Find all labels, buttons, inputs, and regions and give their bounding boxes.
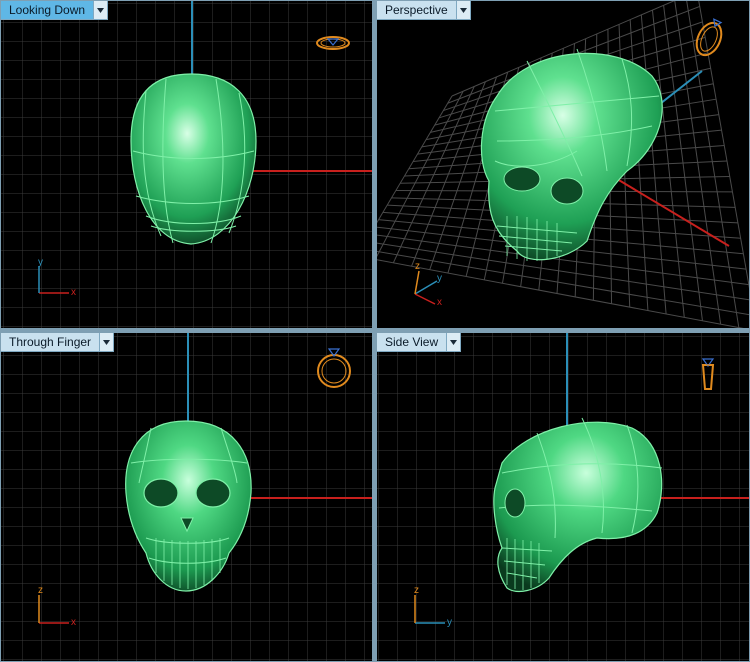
triad-label-z: z bbox=[38, 585, 43, 596]
triad-label-y: y bbox=[437, 273, 442, 284]
viewport-title-tab[interactable]: Side View bbox=[377, 333, 462, 352]
viewport-canvas[interactable] bbox=[1, 1, 372, 328]
viewport-looking-down[interactable]: x y Looking Down bbox=[1, 1, 372, 328]
viewport-title[interactable]: Perspective bbox=[377, 1, 456, 19]
dropdown-arrow-icon[interactable] bbox=[455, 1, 470, 19]
viewport-canvas[interactable] bbox=[377, 333, 749, 661]
triad-label-x: x bbox=[437, 297, 442, 308]
viewport-title-tab[interactable]: Looking Down bbox=[1, 1, 109, 20]
triad-label-z: z bbox=[414, 585, 419, 596]
viewport-canvas[interactable] bbox=[377, 1, 749, 328]
viewport-layout: x y Looking Down z y x Perspective x z T… bbox=[0, 0, 750, 662]
viewport-canvas[interactable] bbox=[1, 333, 372, 661]
viewport-title[interactable]: Side View bbox=[377, 333, 446, 351]
viewport-title-tab[interactable]: Through Finger bbox=[1, 333, 115, 352]
skull-model-perspective[interactable] bbox=[480, 48, 663, 261]
viewport-title-tab[interactable]: Perspective bbox=[377, 1, 471, 20]
triad-label-x: x bbox=[71, 617, 76, 628]
triad-label-z: z bbox=[415, 261, 420, 272]
triad-label-y: y bbox=[38, 257, 43, 268]
dropdown-arrow-icon[interactable] bbox=[93, 1, 108, 19]
viewport-side-view[interactable]: y z Side View bbox=[377, 333, 749, 661]
dropdown-arrow-icon[interactable] bbox=[446, 333, 461, 351]
triad-label-x: x bbox=[71, 287, 76, 298]
viewport-title[interactable]: Through Finger bbox=[1, 333, 99, 351]
ring-gizmo-icon[interactable] bbox=[692, 16, 728, 59]
axis-triad-icon bbox=[414, 270, 438, 305]
triad-label-y: y bbox=[447, 617, 452, 628]
viewport-through-finger[interactable]: x z Through Finger bbox=[1, 333, 372, 661]
viewport-perspective[interactable]: z y x Perspective bbox=[377, 1, 749, 328]
dropdown-arrow-icon[interactable] bbox=[99, 333, 114, 351]
viewport-title[interactable]: Looking Down bbox=[1, 1, 93, 19]
